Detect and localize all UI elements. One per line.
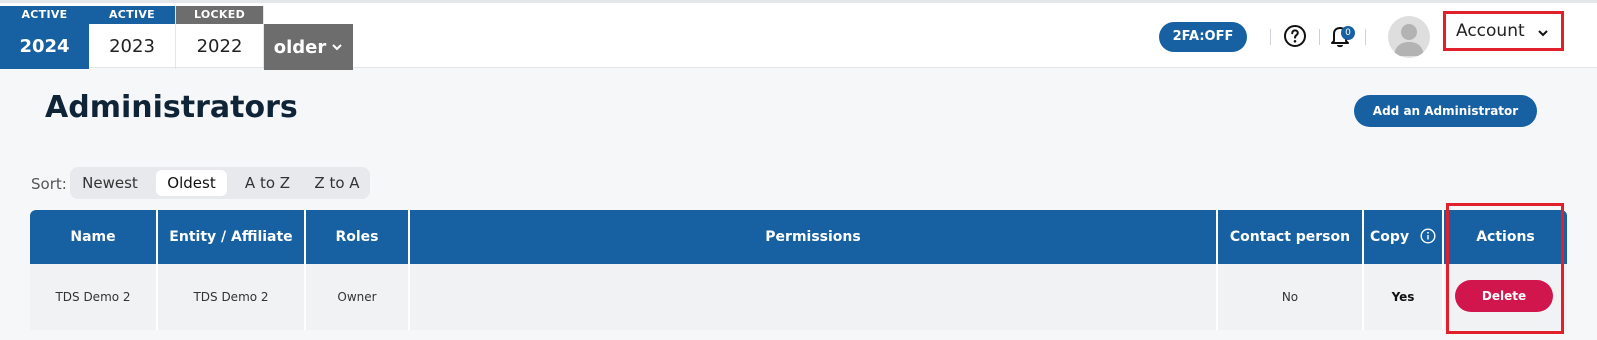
column-header-copy: Copy	[1364, 210, 1444, 264]
column-header-entity: Entity / Affiliate	[158, 210, 306, 264]
notification-count-badge: 0	[1341, 26, 1355, 40]
column-header-label: Copy	[1370, 229, 1410, 245]
year-label: 2022	[196, 36, 243, 57]
user-icon	[1394, 24, 1424, 56]
column-header-name: Name	[30, 210, 158, 264]
top-bar: ACTIVE 2024 ACTIVE 2023 LOCKED 2022 olde…	[0, 0, 1597, 70]
year-label: 2024	[0, 24, 89, 69]
cell-copy: Yes	[1364, 264, 1444, 330]
help-icon[interactable]	[1283, 24, 1307, 48]
actions-column-highlight	[1446, 203, 1564, 334]
chevron-down-icon	[332, 44, 342, 51]
sort-option-a-to-z[interactable]: A to Z	[236, 170, 299, 196]
sort-option-newest[interactable]: Newest	[76, 170, 144, 196]
add-administrator-button[interactable]: Add an Administrator	[1354, 95, 1537, 127]
year-tab-2023[interactable]: ACTIVE 2023	[89, 6, 176, 69]
divider	[1270, 29, 1271, 45]
year-tab-2022[interactable]: LOCKED 2022	[176, 6, 264, 69]
chevron-down-icon	[1538, 30, 1548, 37]
year-label: 2023	[109, 36, 155, 57]
divider	[1365, 29, 1366, 45]
cell-name: TDS Demo 2	[30, 264, 158, 330]
twofa-status-button[interactable]: 2FA:OFF	[1159, 22, 1247, 52]
year-tab-2024[interactable]: ACTIVE 2024	[0, 6, 89, 69]
cell-contact-person: No	[1218, 264, 1364, 330]
cell-permissions	[410, 264, 1218, 330]
table-header: Name Entity / Affiliate Roles Permission…	[30, 210, 1567, 298]
older-years-dropdown[interactable]: older	[264, 24, 353, 70]
avatar[interactable]	[1388, 16, 1430, 58]
column-header-contact-person: Contact person	[1218, 210, 1364, 298]
year-status-badge: LOCKED	[176, 6, 263, 24]
cell-role: Owner	[306, 264, 410, 330]
column-header-label: Contact person	[1229, 229, 1351, 245]
page-title: Administrators	[45, 90, 298, 125]
administrators-table: Name Entity / Affiliate Roles Permission…	[30, 210, 1567, 335]
info-icon[interactable]	[1420, 228, 1436, 244]
year-status-badge: ACTIVE	[0, 6, 89, 24]
sort-option-z-to-a[interactable]: Z to A	[306, 170, 368, 196]
cell-entity: TDS Demo 2	[158, 264, 306, 330]
table-row: TDS Demo 2 TDS Demo 2 Owner No Yes Delet…	[30, 264, 1567, 330]
divider	[1319, 29, 1320, 45]
older-label: older	[273, 36, 327, 58]
sort-options: Newest Oldest A to Z Z to A	[70, 167, 370, 199]
year-status-badge: ACTIVE	[89, 6, 175, 24]
column-header-permissions: Permissions	[410, 210, 1218, 264]
account-label: Account	[1456, 21, 1525, 41]
account-dropdown[interactable]: Account	[1443, 11, 1564, 51]
column-header-roles: Roles	[306, 210, 410, 264]
sort-option-oldest[interactable]: Oldest	[156, 170, 227, 196]
sort-label: Sort:	[31, 175, 67, 193]
